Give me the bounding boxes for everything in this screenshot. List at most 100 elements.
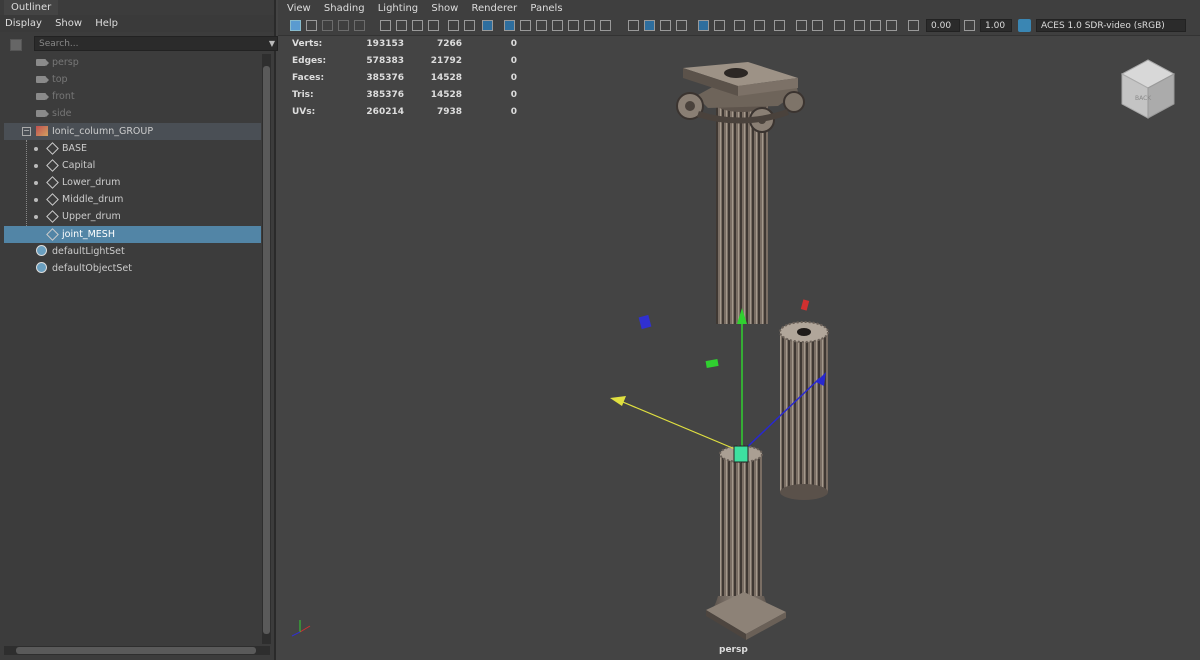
textured-icon[interactable] bbox=[568, 20, 579, 31]
film-gate-icon[interactable] bbox=[380, 20, 391, 31]
gamma-field[interactable]: 1.00 bbox=[980, 19, 1012, 32]
mesh-icon bbox=[46, 142, 59, 155]
viewport-scene[interactable] bbox=[278, 36, 1200, 660]
camera-name-label: persp bbox=[719, 645, 748, 655]
view-cube[interactable]: BACK bbox=[1118, 58, 1178, 120]
tree-item-side[interactable]: side bbox=[4, 105, 261, 122]
tree-item-label: front bbox=[52, 91, 75, 102]
ambient-occlusion-icon[interactable] bbox=[698, 20, 709, 31]
tree-item-joint-mesh[interactable]: joint_MESH bbox=[4, 226, 261, 243]
tree-item-label: Upper_drum bbox=[62, 211, 121, 222]
tree-dot bbox=[34, 164, 38, 168]
rotate-tool-icon[interactable] bbox=[870, 20, 881, 31]
view-icon[interactable] bbox=[354, 20, 365, 31]
shadows-icon[interactable] bbox=[600, 20, 611, 31]
tree-item-label: Capital bbox=[62, 160, 96, 171]
tree-item-base[interactable]: BASE bbox=[4, 140, 261, 157]
tree-item-label: Ionic_column_GROUP bbox=[52, 126, 154, 137]
select-camera-icon[interactable] bbox=[290, 20, 301, 31]
menu-display[interactable]: Display bbox=[0, 15, 47, 32]
viewport-panel[interactable]: View Shading Lighting Show Renderer Pane… bbox=[278, 0, 1200, 660]
middle-drum-mesh[interactable] bbox=[779, 321, 829, 500]
tree-item-label: defaultObjectSet bbox=[52, 263, 132, 274]
depth-of-field-icon[interactable] bbox=[734, 20, 745, 31]
field-chart-icon[interactable] bbox=[428, 20, 439, 31]
outliner-horizontal-scrollbar[interactable] bbox=[4, 646, 270, 655]
lights-icon[interactable] bbox=[584, 20, 595, 31]
exposure-field[interactable]: 0.00 bbox=[926, 19, 960, 32]
safe-action-icon[interactable] bbox=[448, 20, 459, 31]
xray-icon[interactable] bbox=[644, 20, 655, 31]
menu-shading[interactable]: Shading bbox=[319, 0, 370, 17]
chevron-down-icon[interactable]: ▼ bbox=[266, 37, 278, 51]
color-management-icon[interactable] bbox=[1018, 19, 1031, 32]
move-tool-icon[interactable] bbox=[854, 20, 865, 31]
menu-panels[interactable]: Panels bbox=[525, 0, 567, 17]
tree-dot bbox=[34, 181, 38, 185]
menu-show[interactable]: Show bbox=[50, 15, 87, 32]
resolution-gate-icon[interactable] bbox=[396, 20, 407, 31]
tree-item-default-light-set[interactable]: defaultLightSet bbox=[4, 243, 261, 260]
tree-item-label: defaultLightSet bbox=[52, 246, 125, 257]
search-row: Search... ▼ bbox=[8, 36, 278, 53]
tree-item-upper-drum[interactable]: Upper_drum bbox=[4, 208, 261, 225]
tree-item-middle-drum[interactable]: Middle_drum bbox=[4, 191, 261, 208]
pan-zoom-icon[interactable] bbox=[482, 20, 493, 31]
select-tool-icon[interactable] bbox=[834, 20, 845, 31]
lighting-mode-icon[interactable] bbox=[796, 20, 807, 31]
camera-icon bbox=[36, 76, 49, 83]
camera-attributes-icon[interactable] bbox=[306, 20, 317, 31]
gamma-icon[interactable] bbox=[964, 20, 975, 31]
exposure-icon[interactable] bbox=[908, 20, 919, 31]
tree-item-label: BASE bbox=[62, 143, 88, 154]
menu-help[interactable]: Help bbox=[90, 15, 123, 32]
search-input[interactable]: Search... bbox=[34, 36, 278, 51]
xray-joints-icon[interactable] bbox=[660, 20, 671, 31]
smooth-shade-icon[interactable] bbox=[536, 20, 547, 31]
anti-aliasing-icon[interactable] bbox=[714, 20, 725, 31]
tree-dot bbox=[34, 147, 38, 151]
capital-mesh[interactable] bbox=[676, 62, 805, 324]
collapse-toggle[interactable]: − bbox=[22, 127, 31, 136]
color-space-select[interactable]: ACES 1.0 SDR-video (sRGB) bbox=[1036, 19, 1186, 32]
tree-item-default-object-set[interactable]: defaultObjectSet bbox=[4, 260, 261, 277]
tree-item-persp[interactable]: persp bbox=[4, 54, 261, 71]
tree-item-lower-drum[interactable]: Lower_drum bbox=[4, 174, 261, 191]
menu-lighting[interactable]: Lighting bbox=[373, 0, 423, 17]
scale-tool-icon[interactable] bbox=[886, 20, 897, 31]
menu-view[interactable]: View bbox=[282, 0, 316, 17]
tree-item-label: joint_MESH bbox=[62, 229, 115, 240]
tree-item-label: side bbox=[52, 108, 72, 119]
motion-blur-icon[interactable] bbox=[754, 20, 765, 31]
shading-mode-icon[interactable] bbox=[812, 20, 823, 31]
screen-reflect-icon[interactable] bbox=[774, 20, 785, 31]
menu-renderer[interactable]: Renderer bbox=[467, 0, 523, 17]
tree-item-capital[interactable]: Capital bbox=[4, 157, 261, 174]
grid-icon[interactable] bbox=[504, 20, 515, 31]
tree-item-top[interactable]: top bbox=[4, 71, 261, 88]
set-icon bbox=[36, 245, 47, 256]
tree-item-front[interactable]: front bbox=[4, 88, 261, 105]
backface-icon[interactable] bbox=[676, 20, 687, 31]
menu-show[interactable]: Show bbox=[426, 0, 463, 17]
default-material-icon[interactable] bbox=[552, 20, 563, 31]
tree-item-label: Middle_drum bbox=[62, 194, 124, 205]
axis-indicator bbox=[291, 620, 311, 637]
gate-mask-icon[interactable] bbox=[412, 20, 423, 31]
tree-dot bbox=[34, 198, 38, 202]
mesh-icon bbox=[46, 228, 59, 241]
tree-item-ionic-column-group[interactable]: − Ionic_column_GROUP bbox=[4, 123, 261, 140]
outliner-vertical-scrollbar[interactable] bbox=[262, 54, 271, 644]
wireframe-icon[interactable] bbox=[520, 20, 531, 31]
lower-drum-mesh[interactable] bbox=[708, 445, 774, 614]
isolate-select-icon[interactable] bbox=[628, 20, 639, 31]
tree-item-label: persp bbox=[52, 57, 79, 68]
filter-icon[interactable] bbox=[10, 39, 22, 51]
scrollbar-thumb[interactable] bbox=[16, 647, 256, 654]
bookmark-icon[interactable] bbox=[322, 20, 333, 31]
camera-icon bbox=[36, 93, 49, 100]
image-plane-icon[interactable] bbox=[338, 20, 349, 31]
safe-title-icon[interactable] bbox=[464, 20, 475, 31]
outliner-tree: persp top front side − Ionic_column_GROU… bbox=[4, 54, 262, 644]
scrollbar-thumb[interactable] bbox=[263, 66, 270, 634]
